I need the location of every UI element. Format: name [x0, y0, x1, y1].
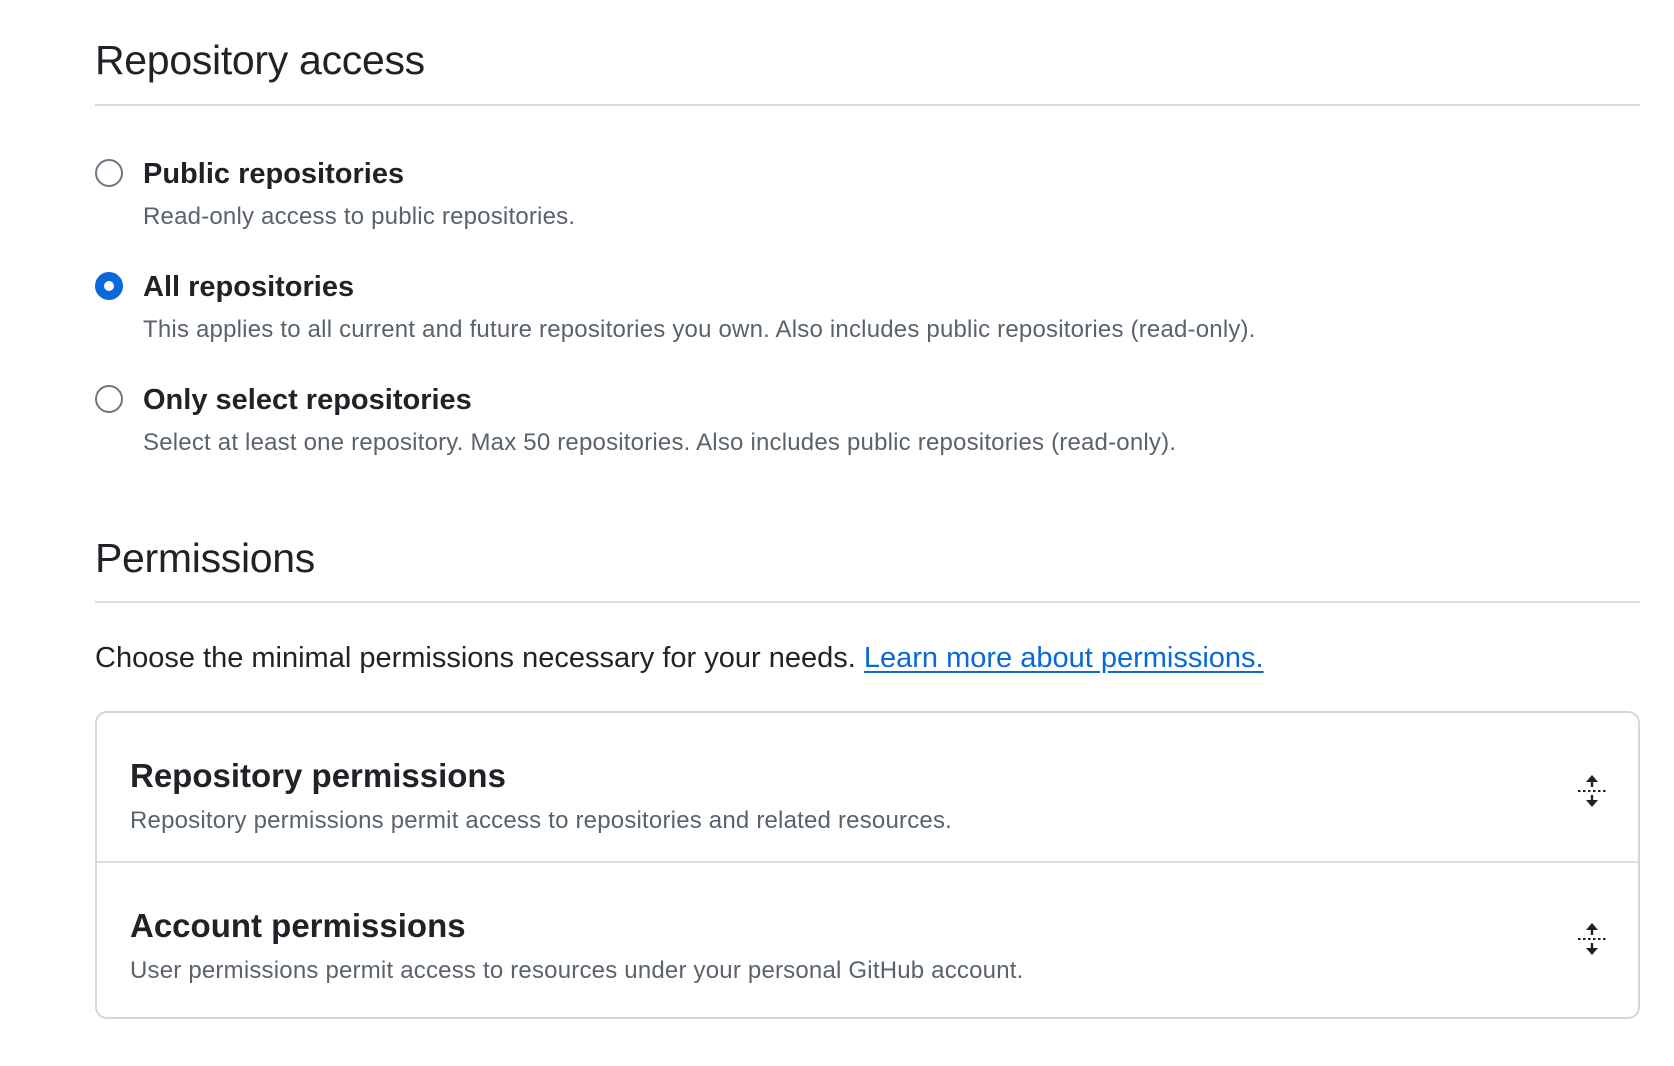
permissions-box: Repository permissions Repository permis…: [95, 711, 1640, 1019]
radio-label[interactable]: Public repositories: [143, 157, 404, 191]
learn-more-permissions-link[interactable]: Learn more about permissions.: [864, 642, 1264, 674]
radio-description: Select at least one repository. Max 50 r…: [143, 429, 1177, 456]
repository-permissions-group[interactable]: Repository permissions Repository permis…: [97, 713, 1638, 863]
permissions-intro: Choose the minimal permissions necessary…: [95, 640, 1264, 676]
radio-label[interactable]: Only select repositories: [143, 383, 472, 417]
radio-description: This applies to all current and future r…: [143, 316, 1256, 343]
permission-group-title: Account permissions: [130, 907, 466, 944]
unfold-icon[interactable]: [1576, 773, 1608, 809]
radio-label[interactable]: All repositories: [143, 270, 354, 304]
radio-button-only-select-repositories[interactable]: [95, 385, 123, 413]
permissions-heading: Permissions: [95, 535, 315, 581]
account-permissions-group[interactable]: Account permissions User permissions per…: [97, 863, 1638, 1013]
permission-group-description: Repository permissions permit access to …: [130, 807, 953, 834]
divider: [95, 601, 1640, 603]
radio-description: Read-only access to public repositories.: [143, 203, 576, 230]
permissions-intro-text: Choose the minimal permissions necessary…: [95, 642, 856, 674]
repository-access-heading: Repository access: [95, 37, 425, 83]
unfold-icon[interactable]: [1576, 921, 1608, 957]
permission-group-description: User permissions permit access to resour…: [130, 957, 1024, 984]
radio-button-public-repositories[interactable]: [95, 159, 123, 187]
divider: [95, 104, 1640, 106]
permission-group-title: Repository permissions: [130, 757, 506, 794]
radio-button-all-repositories[interactable]: [95, 272, 123, 300]
